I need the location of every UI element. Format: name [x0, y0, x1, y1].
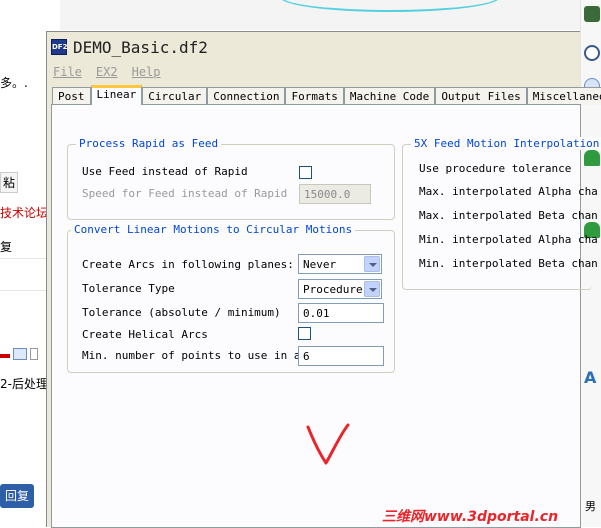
app-window: DF2 DEMO_Basic.df2 File EX2 Help Post Li… — [46, 31, 601, 528]
helical-arcs-label: Create Helical Arcs — [82, 328, 208, 341]
tolerance-label: Tolerance (absolute / minimum) — [82, 306, 281, 319]
background-button-text[interactable]: 粘 — [0, 172, 19, 193]
background-text-4: 2-后处理 — [0, 377, 48, 391]
menu-file[interactable]: File — [53, 65, 82, 79]
watermark: 三维网www.3dportal.cn — [382, 509, 559, 525]
tolerance-input[interactable]: 0.01 — [298, 303, 384, 323]
background-toolbar — [0, 348, 46, 362]
image-icon[interactable] — [13, 348, 27, 360]
use-feed-checkbox[interactable] — [299, 166, 312, 179]
tab-linear[interactable]: Linear — [90, 85, 143, 105]
tab-formats[interactable]: Formats — [285, 87, 344, 105]
toolbar-icon[interactable] — [30, 348, 38, 360]
menu-ex2[interactable]: EX2 — [96, 65, 118, 79]
tab-connection[interactable]: Connection — [207, 87, 286, 105]
create-arcs-label: Create Arcs in following planes: — [82, 258, 294, 271]
tab-miscellaneous[interactable]: Miscellaneous — [526, 87, 601, 105]
background-link[interactable]: 技术论坛 — [0, 204, 48, 221]
divider — [0, 258, 46, 259]
rapid-as-feed-group: Process Rapid as Feed Use Feed instead o… — [67, 137, 395, 220]
fivex-line: Min. interpolated Beta chan — [419, 257, 598, 270]
font-size-icon[interactable]: A — [584, 370, 600, 386]
background-page-left: 多。. 粘 技术论坛 复 2-后处理 — [0, 30, 48, 527]
tab-machine-code[interactable]: Machine Code — [343, 87, 436, 105]
helical-arcs-checkbox[interactable] — [298, 327, 311, 340]
fivex-line: Min. interpolated Alpha cha — [419, 233, 598, 246]
use-feed-label: Use Feed instead of Rapid — [82, 165, 248, 178]
toolbar-icon[interactable] — [0, 354, 10, 358]
eye-icon[interactable] — [584, 45, 600, 61]
speed-feed-input[interactable]: 15000.0 — [299, 184, 371, 204]
reply-button[interactable]: 回复 — [0, 484, 34, 508]
chevron-down-icon[interactable] — [364, 256, 380, 272]
divider — [0, 290, 46, 291]
group-title: Convert Linear Motions to Circular Motio… — [71, 223, 356, 236]
fivex-line: Max. interpolated Beta chan — [419, 209, 598, 222]
chevron-down-icon[interactable] — [364, 281, 380, 297]
tab-strip: Post Linear Circular Connection Formats … — [52, 85, 601, 105]
menu-help[interactable]: Help — [132, 65, 161, 79]
app-icon: DF2 — [51, 39, 67, 55]
background-right-text: 男 — [585, 500, 596, 513]
tab-output-files[interactable]: Output Files — [435, 87, 527, 105]
tab-content-linear: Process Rapid as Feed Use Feed instead o… — [51, 104, 601, 528]
group-title: Process Rapid as Feed — [76, 137, 222, 150]
tolerance-type-value: Procedure — [303, 283, 363, 296]
speed-feed-label: Speed for Feed instead of Rapid — [82, 187, 288, 200]
tab-circular[interactable]: Circular — [142, 87, 208, 105]
fivex-line: Max. interpolated Alpha cha — [419, 185, 598, 198]
avatar-icon — [584, 6, 600, 22]
background-text-1: 多。. — [0, 76, 28, 90]
circular-conversion-group: Convert Linear Motions to Circular Motio… — [67, 223, 395, 373]
background-text-3: 复 — [0, 240, 13, 254]
tolerance-type-select[interactable]: Procedure — [298, 279, 382, 299]
min-points-label: Min. number of points to use in arc — [82, 349, 314, 362]
title-bar[interactable]: DF2 DEMO_Basic.df2 — [47, 32, 580, 62]
min-points-input[interactable]: 6 — [298, 346, 384, 366]
tolerance-type-label: Tolerance Type — [82, 282, 175, 295]
tab-post[interactable]: Post — [52, 87, 91, 105]
fivex-interpolation-group: 5X Feed Motion Interpolation Use procedu… — [402, 137, 601, 290]
check-mark-annotation — [306, 423, 350, 465]
menu-bar: File EX2 Help — [47, 62, 580, 82]
window-title: DEMO_Basic.df2 — [73, 37, 208, 57]
group-title: 5X Feed Motion Interpolation — [411, 137, 601, 150]
create-arcs-value: Never — [303, 258, 337, 271]
fivex-line: Use procedure tolerance — [419, 162, 572, 175]
create-arcs-select[interactable]: Never — [298, 254, 382, 274]
